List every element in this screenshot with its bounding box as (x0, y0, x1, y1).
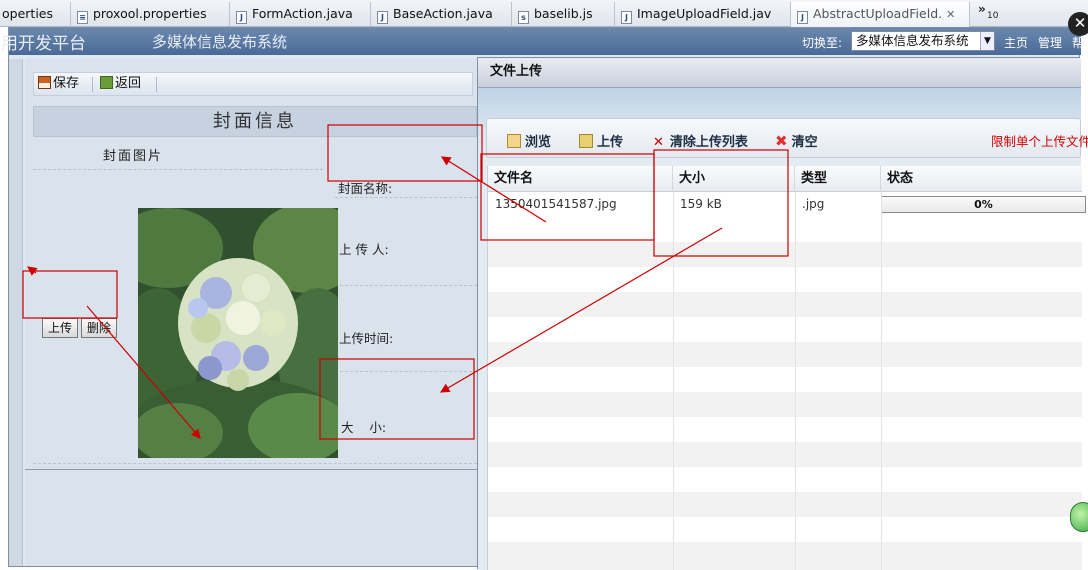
annotation-box (653, 149, 789, 257)
annotation-arrow (27, 266, 38, 276)
annotation-arrow (439, 227, 723, 393)
annotation-box (22, 270, 118, 319)
annotation-arrow (440, 156, 547, 223)
annotation-box (319, 358, 475, 440)
annotation-box (327, 124, 483, 182)
annotation-overlay (22, 124, 789, 440)
annotation-arrow (86, 305, 201, 439)
